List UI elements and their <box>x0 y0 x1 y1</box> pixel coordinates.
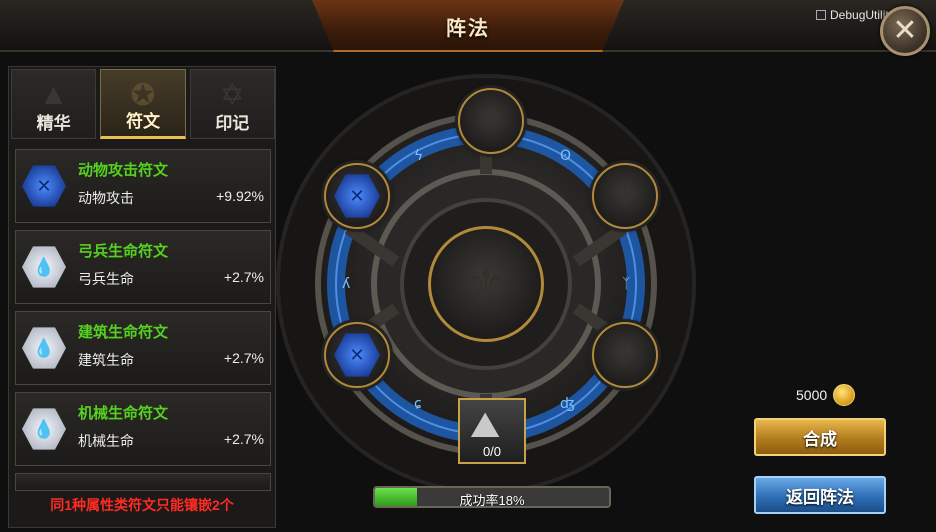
center-emblem-icon: ⚜ <box>464 258 508 311</box>
rune-name: 动物攻击符文 <box>78 162 169 179</box>
tab-label: 精华 <box>36 114 71 133</box>
silver-rune-gem-icon: 💧 <box>22 408 66 450</box>
svg-text:ᛉ: ᛉ <box>622 276 630 292</box>
rune-name: 弓兵生命符文 <box>78 243 169 260</box>
rune-card-machine-hp[interactable]: 💧 机械生命符文 机械生命 +2.7% <box>15 392 271 466</box>
rune-limit-note: 同1种属性类符文只能镶嵌2个 <box>50 497 234 513</box>
svg-text:ʘ: ʘ <box>560 148 571 164</box>
rune-card-building-hp[interactable]: 💧 建筑生命符文 建筑生命 +2.7% <box>15 311 271 385</box>
rune-name: 机械生命符文 <box>78 405 169 422</box>
rune-value: +2.7% <box>223 350 264 366</box>
rune-stat: 动物攻击 <box>78 190 134 206</box>
gold-display: 5000 <box>796 384 856 406</box>
material-slot[interactable]: ⛰ 0/0 <box>458 398 526 464</box>
gold-coin-icon <box>833 384 856 406</box>
formation-slot-top[interactable]: ⚜ <box>458 88 524 154</box>
blue-rune-gem-icon: ✕ <box>22 165 66 207</box>
rune-value: +9.92% <box>216 188 264 204</box>
silver-rune-gem-icon: 💧 <box>22 327 66 369</box>
empty-slot-emblem-icon: ⚜ <box>612 180 638 212</box>
crystal-shard-icon: ⛰ <box>470 404 501 445</box>
blue-rune-gem-icon: ✕ <box>334 333 380 377</box>
formation-slot-upper-right[interactable]: ⚜ <box>592 163 658 229</box>
page-title: 阵法 <box>446 18 490 40</box>
formation-slot-lower-left[interactable]: ✕ <box>324 322 390 388</box>
rune-stat: 机械生命 <box>78 433 134 449</box>
svg-text:ʤ: ʤ <box>560 396 575 412</box>
tab-essence[interactable]: ▲ 精华 <box>11 69 97 139</box>
rune-tabs: ▲ 精华 ✪ 符文 ✡ 印记 <box>9 67 277 141</box>
rune-stat: 弓兵生命 <box>78 271 134 287</box>
rune-name: 建筑生命符文 <box>78 324 169 341</box>
rune-stat: 建筑生命 <box>78 352 134 368</box>
gold-amount: 5000 <box>796 387 828 403</box>
success-rate-bar: 成功率18% <box>373 486 611 508</box>
success-rate-label: 成功率18% <box>459 493 525 508</box>
rune-list[interactable]: ✕ 动物攻击符文 动物攻击 +9.92% 💧 弓兵生命符文 弓兵生命 +2.7%… <box>15 149 271 498</box>
close-button[interactable]: ✕ <box>880 6 930 56</box>
svg-text:ɕ: ɕ <box>414 396 422 412</box>
tab-mark[interactable]: ✡ 印记 <box>189 69 275 139</box>
tab-label: 印记 <box>215 114 250 133</box>
material-count: 0/0 <box>482 444 502 459</box>
svg-text:ϟ: ϟ <box>414 148 423 164</box>
craft-button[interactable]: 合成 <box>754 418 886 456</box>
close-icon: ✕ <box>892 14 918 47</box>
tab-rune[interactable]: ✪ 符文 <box>100 69 186 139</box>
rune-value: +2.7% <box>223 431 264 447</box>
silver-rune-gem-icon: 💧 <box>22 246 66 288</box>
top-bar: 阵法 DebugUtility ✕ <box>0 0 936 56</box>
rune-card-animal-attack[interactable]: ✕ 动物攻击符文 动物攻击 +9.92% <box>15 149 271 223</box>
rune-value: +2.7% <box>223 269 264 285</box>
rune-panel: ▲ 精华 ✪ 符文 ✡ 印记 ✕ 动物攻击符文 动物攻击 +9.92% 💧 弓兵… <box>8 66 276 528</box>
formation-slot-lower-right[interactable]: ⚜ <box>592 322 658 388</box>
empty-slot-emblem-icon: ⚜ <box>612 339 638 371</box>
svg-text:ʎ: ʎ <box>342 276 350 292</box>
formation-wheel: ϟ ʘ ʎ ᛉ ɕ ʤ ⚜ ✕ ⚜ ✕ ⚜ ⚜ ⛰ 0/0 成功率18% <box>276 56 696 532</box>
tab-label: 符文 <box>125 112 160 131</box>
rune-card-archer-hp[interactable]: 💧 弓兵生命符文 弓兵生命 +2.7% <box>15 230 271 304</box>
formation-center-slot[interactable]: ⚜ <box>428 226 544 342</box>
empty-slot-emblem-icon: ⚜ <box>478 105 504 137</box>
rune-card-partial[interactable] <box>15 473 271 491</box>
title-plate: 阵法 <box>312 0 624 52</box>
formation-slot-upper-left[interactable]: ✕ <box>324 163 390 229</box>
back-to-formation-button[interactable]: 返回阵法 <box>754 476 886 514</box>
debug-checkbox[interactable] <box>816 10 826 20</box>
blue-rune-gem-icon: ✕ <box>334 174 380 218</box>
